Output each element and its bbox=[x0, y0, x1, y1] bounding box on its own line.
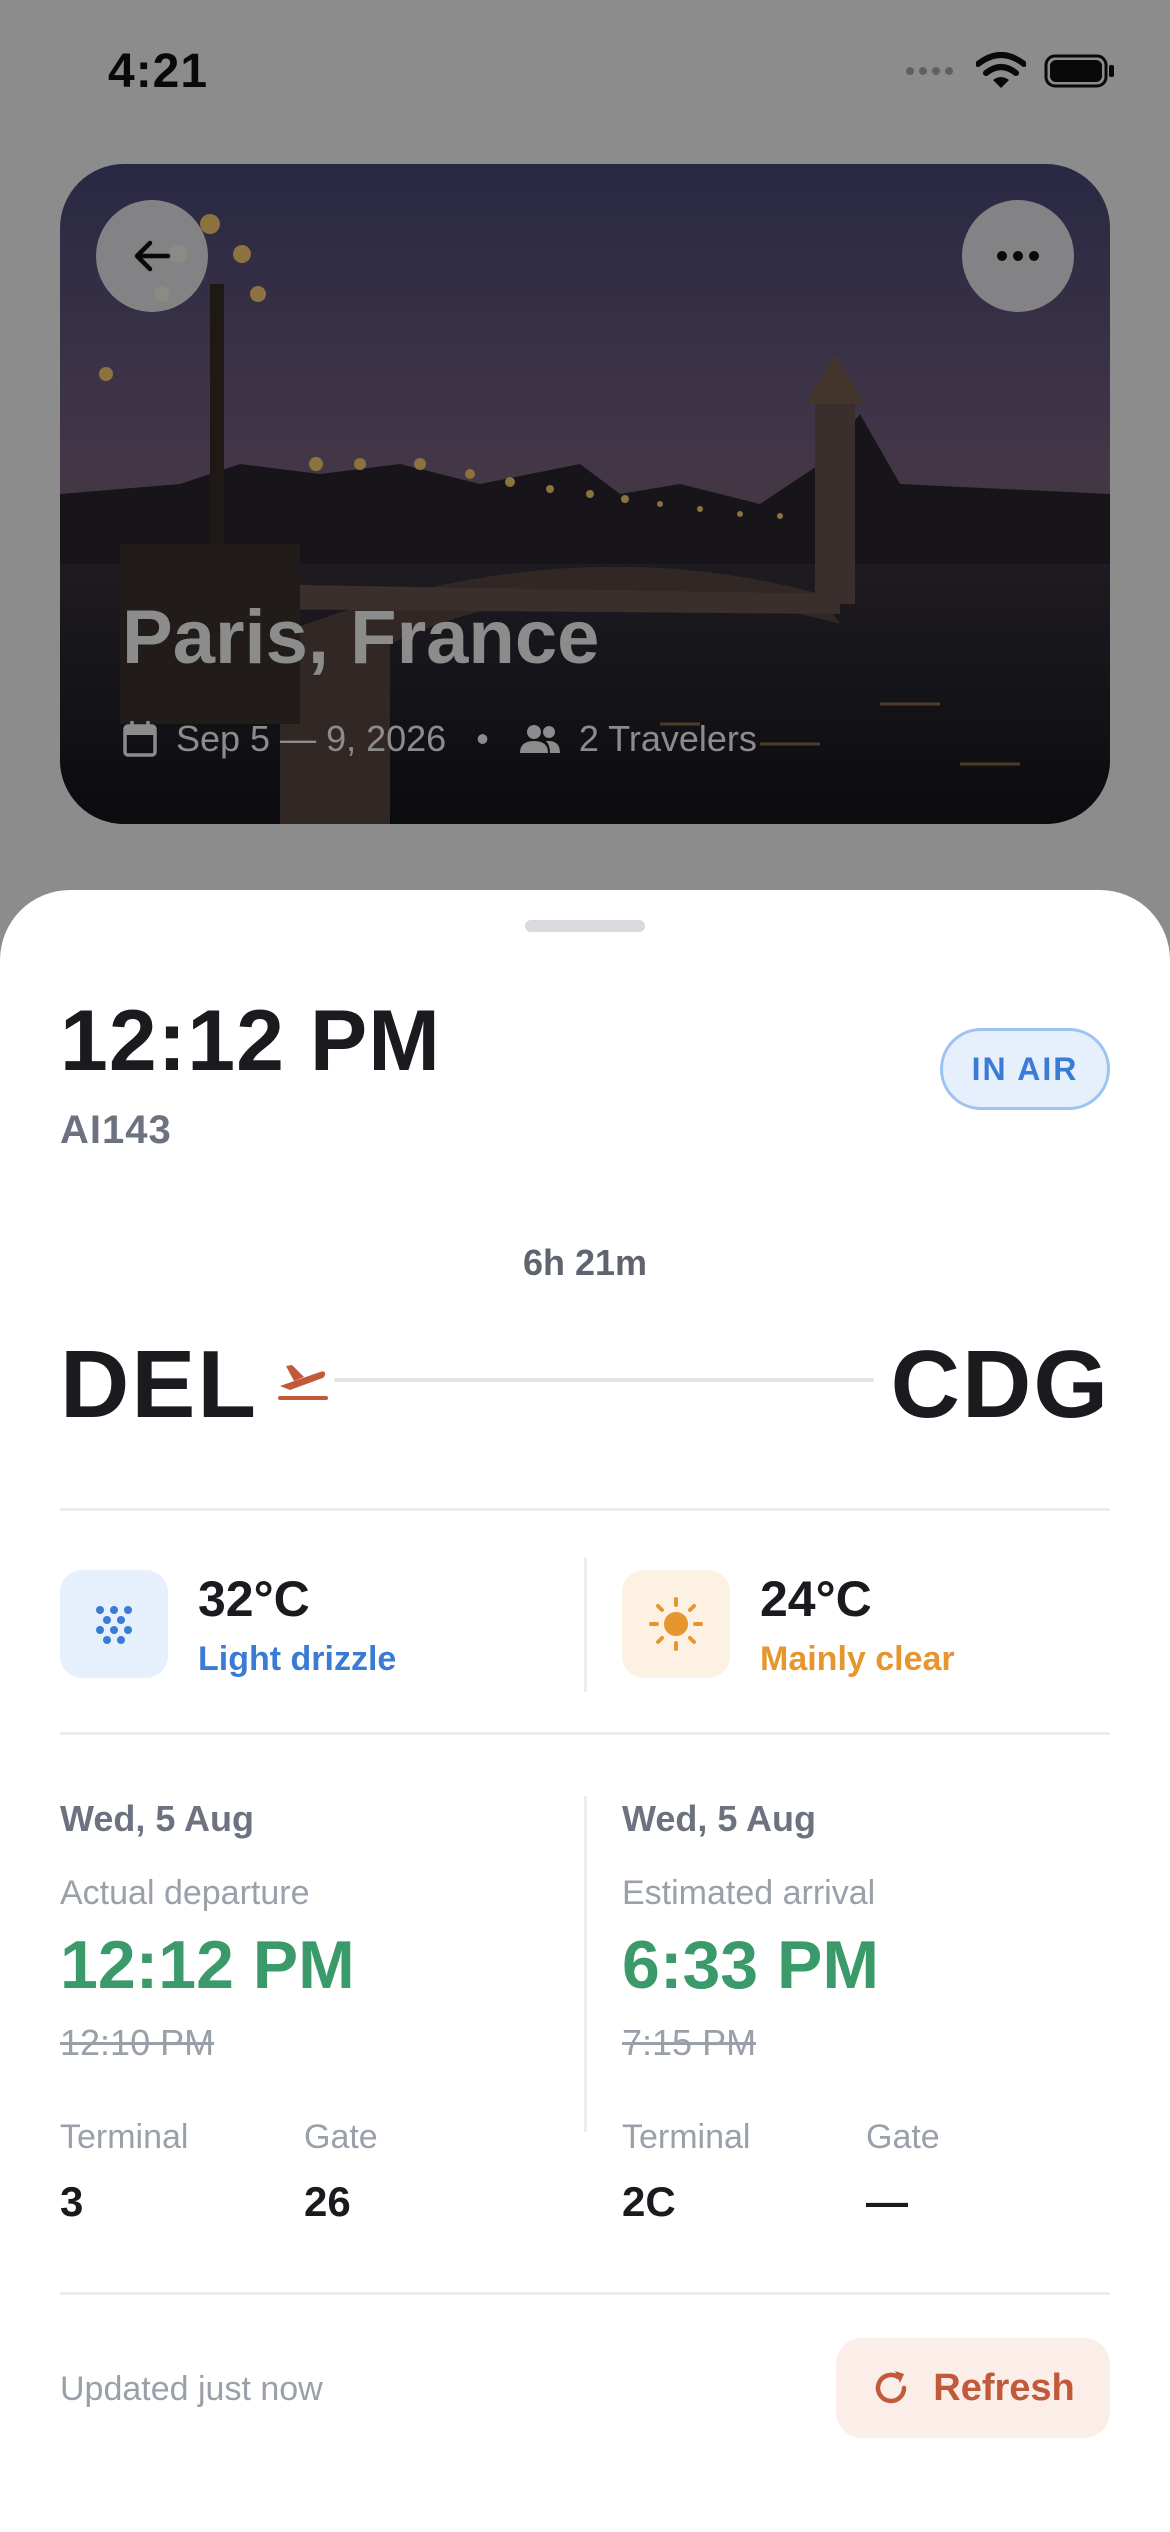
departure-gate: 26 bbox=[304, 2178, 351, 2225]
origin-weather-icon-tile bbox=[60, 1570, 168, 1678]
arrival-terminal: 2C bbox=[622, 2178, 676, 2225]
flight-status-badge: IN AIR bbox=[940, 1028, 1110, 1110]
destination-airport-code: CDG bbox=[890, 1331, 1110, 1438]
flight-duration: 6h 21m bbox=[522, 1242, 648, 1283]
departure-terminal-label: Terminal bbox=[60, 2118, 189, 2156]
destination-weather-icon-tile bbox=[622, 1570, 730, 1678]
refresh-button[interactable]: Refresh bbox=[836, 2338, 1110, 2438]
departure-gate-label: Gate bbox=[304, 2118, 378, 2156]
departure-kind: Actual departure bbox=[60, 1874, 310, 1912]
refresh-icon bbox=[876, 2371, 907, 2404]
arrival-date: Wed, 5 Aug bbox=[622, 1798, 817, 1839]
departure-date: Wed, 5 Aug bbox=[60, 1798, 255, 1839]
flight-status-sheet: 12:12 PM AI143 IN AIR 6h 21m DEL CDG 32°… bbox=[0, 890, 1170, 2532]
divider bbox=[60, 2292, 1110, 2295]
flight-number: AI143 bbox=[60, 1108, 172, 1152]
drizzle-icon bbox=[96, 1606, 132, 1644]
arrival-estimated-time: 6:33 PM bbox=[622, 1927, 879, 2003]
departure-terminal: 3 bbox=[60, 2178, 84, 2225]
origin-temperature: 32°C bbox=[198, 1571, 310, 1627]
times-divider bbox=[584, 1796, 587, 2132]
arrival-terminal-label: Terminal bbox=[622, 2118, 751, 2156]
origin-airport-code: DEL bbox=[60, 1331, 258, 1438]
arrival-gate: — bbox=[866, 2178, 908, 2225]
arrival-gate-label: Gate bbox=[866, 2118, 940, 2156]
departure-time-header: 12:12 PM bbox=[60, 993, 441, 1089]
last-updated-text: Updated just now bbox=[60, 2370, 323, 2408]
destination-condition: Mainly clear bbox=[760, 1640, 955, 1678]
departure-scheduled-time: 12:10 PM bbox=[60, 2022, 215, 2063]
sun-icon bbox=[649, 1597, 703, 1651]
plane-takeoff-icon bbox=[278, 1365, 328, 1400]
refresh-label: Refresh bbox=[933, 2366, 1075, 2409]
origin-condition: Light drizzle bbox=[198, 1640, 397, 1678]
route-line bbox=[334, 1378, 874, 1382]
arrival-scheduled-time: 7:15 PM bbox=[622, 2022, 757, 2063]
arrival-kind: Estimated arrival bbox=[622, 1874, 876, 1912]
sheet-grabber[interactable] bbox=[525, 920, 645, 932]
flight-details-screen: 4:21 Paris, France Sep 5 — 9, 2026 • 2 T… bbox=[0, 0, 1170, 2532]
weather-divider bbox=[584, 1558, 587, 1692]
destination-temperature: 24°C bbox=[760, 1571, 872, 1627]
divider bbox=[60, 1732, 1110, 1735]
departure-actual-time: 12:12 PM bbox=[60, 1927, 355, 2003]
divider bbox=[60, 1508, 1110, 1511]
